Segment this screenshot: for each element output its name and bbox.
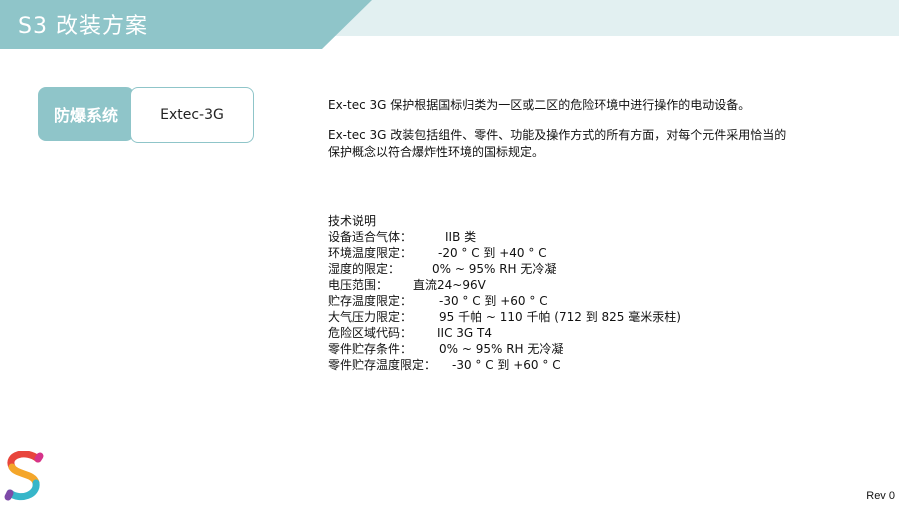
spec-row: 贮存温度限定： -30 ° C 到 +60 ° C [328, 293, 681, 309]
s-logo-icon [2, 450, 46, 503]
spec-label: 零件贮存温度限定： [328, 358, 437, 372]
spec-row: 湿度的限定： 0% ~ 95% RH 无冷凝 [328, 261, 681, 277]
spec-row: 电压范围： 直流24~96V [328, 277, 681, 293]
spec-value: 95 千帕 ~ 110 千帕 (712 到 825 毫米汞柱) [439, 310, 681, 324]
spec-label: 零件贮存条件： [328, 342, 413, 356]
spec-label: 电压范围： [328, 278, 389, 292]
spec-value: -30 ° C 到 +60 ° C [452, 358, 561, 372]
tech-specs: 技术说明 设备适合气体： IIB 类 环境温度限定： -20 ° C 到 +40 °… [328, 213, 681, 373]
spec-value: IIC 3G T4 [437, 326, 492, 340]
spec-label: 湿度的限定： [328, 262, 401, 276]
spec-value: -30 ° C 到 +60 ° C [439, 294, 548, 308]
spec-value: -20 ° C 到 +40 ° C [438, 246, 547, 260]
system-value: Extec-3G [130, 87, 254, 143]
spec-label: 大气压力限定： [328, 310, 413, 324]
description-paragraph: Ex-tec 3G 保护根据国标归类为一区或二区的危险环境中进行操作的电动设备。 [328, 98, 751, 112]
system-label: 防爆系统 [38, 87, 134, 141]
description-paragraph: Ex-tec 3G 改装包括组件、零件、功能及操作方式的所有方面，对每个元件采用… [328, 128, 787, 159]
description: Ex-tec 3G 保护根据国标归类为一区或二区的危险环境中进行操作的电动设备。… [328, 97, 798, 174]
revision-label: Rev 0 [866, 490, 895, 502]
spec-value: 0% ~ 95% RH 无冷凝 [432, 262, 557, 276]
spec-row: 环境温度限定： -20 ° C 到 +40 ° C [328, 245, 681, 261]
slide-title: S3 改装方案 [18, 14, 148, 39]
slide: S3 改装方案 防爆系统 Extec-3G Ex-tec 3G 保护根据国标归类… [0, 0, 899, 505]
spec-row: 危险区域代码： IIC 3G T4 [328, 325, 681, 341]
spec-row: 零件贮存条件： 0% ~ 95% RH 无冷凝 [328, 341, 681, 357]
spec-row: 零件贮存温度限定： -30 ° C 到 +60 ° C [328, 357, 681, 373]
spec-label: 设备适合气体： [328, 230, 413, 244]
spec-label: 环境温度限定： [328, 246, 413, 260]
spec-row: 设备适合气体： IIB 类 [328, 229, 681, 245]
spec-value: IIB 类 [445, 230, 477, 244]
spec-value: 0% ~ 95% RH 无冷凝 [439, 342, 564, 356]
spec-row: 大气压力限定： 95 千帕 ~ 110 千帕 (712 到 825 毫米汞柱) [328, 309, 681, 325]
spec-label: 危险区域代码： [328, 326, 413, 340]
specs-heading: 技术说明 [328, 214, 377, 228]
spec-value: 直流24~96V [413, 278, 486, 292]
spec-label: 贮存温度限定： [328, 294, 413, 308]
